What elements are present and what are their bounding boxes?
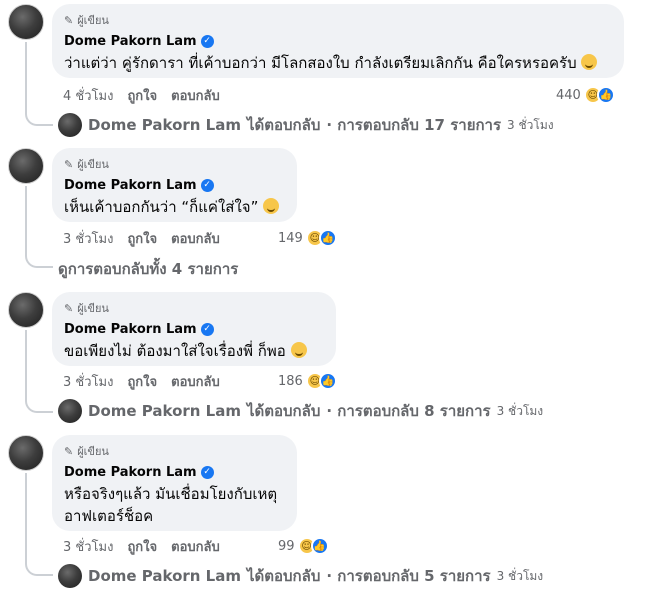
reply-button[interactable]: ตอบกลับ (171, 228, 220, 249)
comment-bubble: ✎ ผู้เขียน Dome Pakorn Lam ✓ ว่าแต่ว่า คู่… (52, 4, 624, 78)
thread-line (25, 186, 27, 252)
comment-avatar[interactable] (8, 292, 44, 328)
reaction-count: 149 (278, 230, 303, 246)
comment-bubble: ✎ ผู้เขียน Dome Pakorn Lam ✓ ขอเพียงไม่ ต้… (52, 292, 336, 366)
reply-avatar (58, 564, 82, 588)
reply-count: · การตอบกลับ 5 รายการ (326, 567, 491, 585)
comment-actions: 3 ชั่วโมง ถูกใจ ตอบกลับ (63, 229, 220, 247)
reaction-summary[interactable]: 440 ☺ 👍 (556, 85, 615, 105)
comment-text: หรือจริงๆแล้ว มันเชื่อมโยงกับเหตุ อาฟเตอร… (64, 485, 278, 525)
comment-avatar[interactable] (8, 148, 44, 184)
like-button[interactable]: ถูกใจ (127, 228, 157, 249)
reply-time: 3 ชั่วโมง (496, 403, 544, 418)
comment-time[interactable]: 3 ชั่วโมง (63, 371, 113, 392)
like-button[interactable]: ถูกใจ (127, 536, 157, 557)
reply-avatar (58, 399, 82, 423)
author-tag: ✎ ผู้เขียน (64, 157, 109, 172)
reply-author: Dome Pakorn Lam (88, 402, 241, 420)
comment-actions: 3 ชั่วโมง ถูกใจ ตอบกลับ (63, 537, 220, 555)
comment-bubble: ✎ ผู้เขียน Dome Pakorn Lam ✓ หรือจริงๆแล้ว… (52, 435, 297, 531)
comment-time[interactable]: 4 ชั่วโมง (63, 85, 113, 106)
view-replies-link[interactable]: ดูการตอบกลับทั้ง 4 รายการ (58, 258, 238, 280)
comment-bubble: ✎ ผู้เขียน Dome Pakorn Lam ✓ เห็นเค้าบอกกั… (52, 148, 297, 222)
reply-summary[interactable]: Dome Pakorn Lam ได้ตอบกลับ · การตอบกลับ … (58, 398, 543, 424)
comment-avatar[interactable] (8, 4, 44, 40)
verified-badge-icon: ✓ (200, 34, 214, 48)
like-reaction-icon: 👍 (318, 372, 337, 390)
thread-line (25, 330, 27, 398)
reply-avatar (58, 113, 82, 137)
reply-action: ได้ตอบกลับ (246, 116, 321, 134)
reply-action: ได้ตอบกลับ (246, 402, 321, 420)
reply-button[interactable]: ตอบกลับ (171, 536, 220, 557)
reaction-count: 99 (278, 538, 295, 554)
comment-author[interactable]: Dome Pakorn Lam (64, 465, 197, 480)
reply-time: 3 ชั่วโมง (496, 568, 544, 583)
comment-author[interactable]: Dome Pakorn Lam (64, 322, 197, 337)
like-button[interactable]: ถูกใจ (127, 85, 157, 106)
comment-time[interactable]: 3 ชั่วโมง (63, 228, 113, 249)
reply-time: 3 ชั่วโมง (507, 117, 554, 132)
like-reaction-icon: 👍 (596, 86, 615, 104)
reaction-count: 186 (278, 373, 303, 389)
pen-icon: ✎ (64, 13, 74, 27)
verified-badge-icon: ✓ (200, 465, 214, 479)
comment-avatar[interactable] (8, 435, 44, 471)
emoji-icon (581, 54, 598, 70)
pen-icon: ✎ (64, 157, 74, 171)
comment-time[interactable]: 3 ชั่วโมง (63, 536, 113, 557)
reply-count: · การตอบกลับ 8 รายการ (326, 402, 491, 420)
thread-line (25, 473, 27, 561)
pen-icon: ✎ (64, 301, 74, 315)
reaction-count: 440 (556, 87, 581, 103)
comment-actions: 3 ชั่วโมง ถูกใจ ตอบกลับ (63, 372, 220, 390)
reply-summary[interactable]: Dome Pakorn Lam ได้ตอบกลับ · การตอบกลับ … (58, 112, 554, 138)
thread-line (25, 42, 27, 112)
comment-text: เห็นเค้าบอกกันว่า “ก็แค่ใส่ใจ” (64, 196, 285, 218)
emoji-icon (290, 342, 307, 358)
emoji-icon (263, 198, 280, 214)
reaction-summary[interactable]: 149 ☺ 👍 (278, 228, 337, 248)
comment-text: ว่าแต่ว่า คู่รักดารา ที่เค้าบอกว่า มีโลก… (64, 52, 612, 74)
like-reaction-icon: 👍 (318, 229, 337, 247)
reply-author: Dome Pakorn Lam (88, 567, 241, 585)
reply-summary[interactable]: Dome Pakorn Lam ได้ตอบกลับ · การตอบกลับ … (58, 563, 543, 589)
verified-badge-icon: ✓ (200, 322, 214, 336)
comment-actions: 4 ชั่วโมง ถูกใจ ตอบกลับ (63, 86, 220, 104)
comment-author[interactable]: Dome Pakorn Lam (64, 34, 197, 49)
reply-action: ได้ตอบกลับ (246, 567, 321, 585)
reply-count: · การตอบกลับ 17 รายการ (326, 116, 502, 134)
thread-connector (25, 560, 53, 576)
verified-badge-icon: ✓ (200, 178, 214, 192)
reply-button[interactable]: ตอบกลับ (171, 371, 220, 392)
like-reaction-icon: 👍 (310, 537, 329, 555)
author-tag: ✎ ผู้เขียน (64, 13, 109, 28)
thread-connector (25, 397, 53, 413)
reply-button[interactable]: ตอบกลับ (171, 85, 220, 106)
author-tag: ✎ ผู้เขียน (64, 301, 109, 316)
thread-connector (25, 110, 53, 126)
reaction-summary[interactable]: 99 ☺ 👍 (278, 536, 329, 556)
comment-text: ขอเพียงไม่ ต้องมาใส่ใจเรื่องพี่ ก็พอ (64, 340, 324, 362)
author-tag: ✎ ผู้เขียน (64, 444, 109, 459)
like-button[interactable]: ถูกใจ (127, 371, 157, 392)
comment-author[interactable]: Dome Pakorn Lam (64, 178, 197, 193)
reply-author: Dome Pakorn Lam (88, 116, 241, 134)
pen-icon: ✎ (64, 444, 74, 458)
reaction-summary[interactable]: 186 ☺ 👍 (278, 371, 337, 391)
thread-connector (25, 252, 53, 268)
